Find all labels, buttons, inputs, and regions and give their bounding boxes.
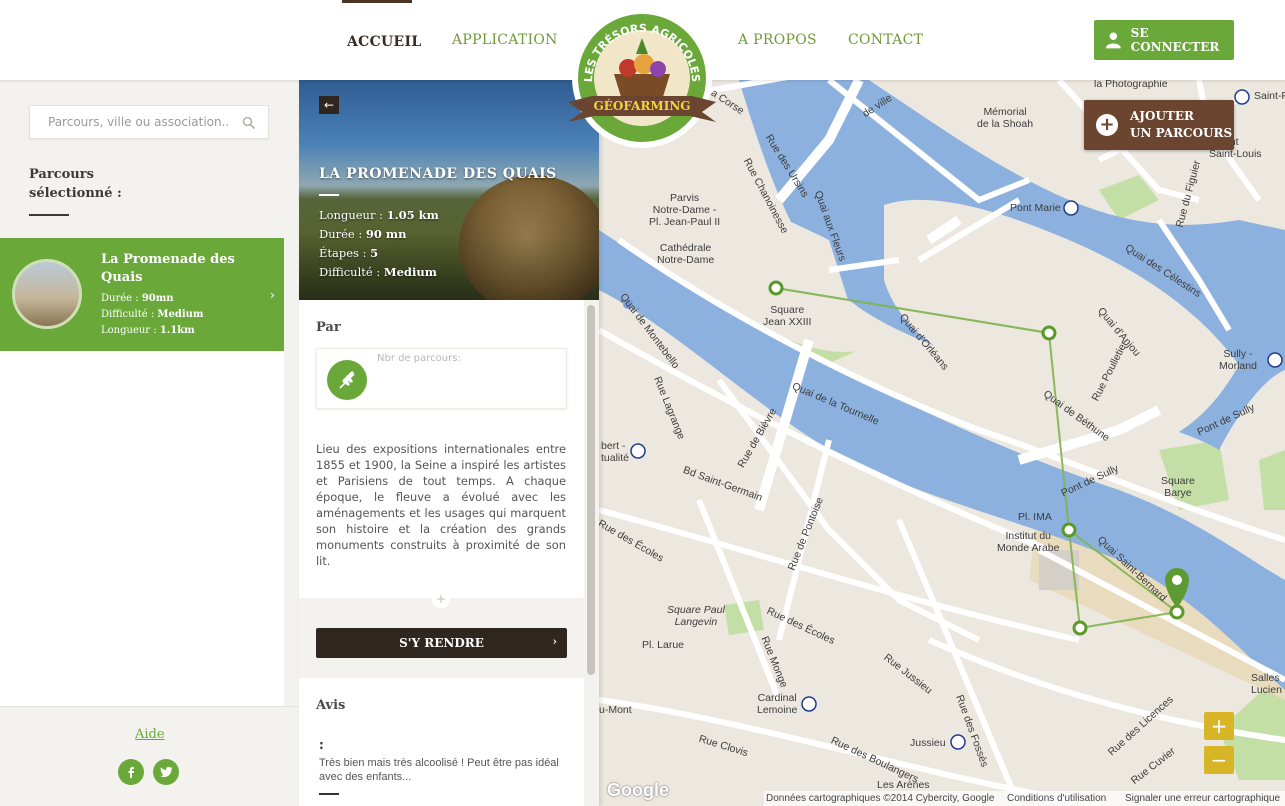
plus-icon: + (1096, 114, 1118, 136)
twitter-icon[interactable] (153, 759, 179, 785)
map-label: Cathédrale Notre-Dame (657, 242, 715, 266)
go-there-label: S'Y RENDRE (399, 636, 484, 650)
user-icon (1105, 32, 1121, 49)
route-length: Longueur : 1.05 km (319, 208, 439, 222)
zoom-out-button[interactable]: − (1204, 746, 1234, 774)
map-label: Square Jean XXIII (763, 304, 812, 328)
nav-active-indicator (342, 0, 412, 3)
google-logo[interactable]: Google (607, 780, 669, 801)
chevron-right-icon: › (270, 288, 275, 302)
search-input[interactable] (30, 106, 230, 138)
geofarming-logo[interactable]: LES TRÉSORS AGRICOLES GÉOFARMING (562, 4, 722, 152)
map-label: Jussieu (910, 737, 946, 749)
review-text: Très bien mais très alcoolisé ! Peut êtr… (319, 757, 559, 783)
route-description: Lieu des expositions internationales ent… (316, 442, 566, 568)
author-card[interactable]: Nbr de parcours: (316, 348, 567, 409)
map-label: Saint-Pa (1254, 90, 1285, 102)
add-route-label: AJOUTER UN PARCOURS (1130, 108, 1232, 142)
route-count-label: Nbr de parcours: (377, 353, 461, 364)
map-label: Mémorial de la Shoah (977, 106, 1034, 130)
login-label: SE CONNECTER (1130, 26, 1220, 54)
route-title: LA PROMENADE DES QUAIS (319, 166, 557, 182)
route-name: La Promenade des Quais (101, 252, 235, 285)
map-label: Square Paul Langevin (667, 604, 725, 628)
nav-application[interactable]: APPLICATION (452, 32, 558, 48)
author-section-label: Par (316, 320, 341, 335)
route-duration: Durée : 90mn (101, 293, 174, 304)
map-label: bert - tualité (601, 440, 630, 464)
help-link[interactable]: Aide (135, 727, 165, 742)
zoom-in-button[interactable]: + (1204, 712, 1234, 740)
login-button[interactable]: SE CONNECTER (1094, 20, 1234, 60)
route-difficulty: Difficulté : Medium (101, 309, 204, 320)
nav-contact[interactable]: CONTACT (848, 32, 923, 48)
route-thumbnail (12, 259, 82, 329)
map-label: la Photographie (1094, 80, 1168, 90)
go-there-button[interactable]: S'Y RENDRE › (316, 628, 567, 658)
plus-icon[interactable]: + (432, 590, 450, 608)
map-label: Pl. Larue (642, 639, 685, 651)
nav-accueil[interactable]: ACCUEIL (347, 34, 422, 50)
search-icon[interactable] (242, 116, 256, 130)
logo-ribbon-text: GÉOFARMING (593, 98, 690, 113)
sidebar-footer: Aide (0, 706, 299, 806)
review-divider (319, 793, 339, 795)
selected-routes-title: Parcours sélectionné : (29, 167, 122, 201)
map-label: Salles Lucien (1251, 672, 1282, 696)
map-label: Square Barye (1161, 475, 1195, 499)
back-button[interactable]: ← (319, 96, 339, 114)
chevron-right-icon: › (552, 635, 557, 648)
map-label: Cardinal Lemoine (757, 692, 798, 716)
map-label: Parvis Notre-Dame - Pl. Jean-Paul II (649, 192, 721, 228)
map-attribution-bar: Données cartographiques ©2014 Cybercity,… (764, 791, 1285, 806)
add-route-button[interactable]: + AJOUTER UN PARCOURS (1084, 100, 1234, 150)
title-underline (29, 214, 69, 216)
route-detail-body: Par Nbr de parcours: Lieu des exposition… (299, 300, 584, 806)
selected-route-card[interactable]: La Promenade des Quais Durée : 90mn Diff… (0, 238, 284, 351)
report-error-link[interactable]: Signaler une erreur cartographique (1125, 793, 1280, 804)
map-view[interactable]: la Photographie Mémorial de la Shoah Sai… (599, 80, 1285, 806)
map-data-attribution: Données cartographiques ©2014 Cybercity,… (766, 793, 995, 804)
terms-link[interactable]: Conditions d'utilisation (1007, 793, 1106, 804)
scrollbar-thumb[interactable] (587, 305, 595, 675)
facebook-icon[interactable] (118, 759, 144, 785)
add-route-label-line2: UN PARCOURS (1130, 126, 1233, 140)
map-canvas (599, 80, 1285, 806)
map-label: Pl. IMA (1018, 511, 1052, 523)
route-detail-panel: ← LA PROMENADE DES QUAIS Longueur : 1.05… (299, 80, 599, 806)
map-label: u-Mont (599, 704, 632, 716)
title-underline (319, 194, 339, 196)
route-duration: Durée : 90 mn (319, 227, 407, 241)
route-steps: Étapes : 5 (319, 246, 379, 260)
wheat-icon (327, 360, 367, 400)
route-hero-image: ← LA PROMENADE DES QUAIS Longueur : 1.05… (299, 80, 599, 300)
add-route-label-line1: AJOUTER (1130, 109, 1194, 123)
search-field[interactable] (29, 105, 269, 139)
map-label: Pont Marie (1010, 202, 1061, 214)
route-length: Longueur : 1.1km (101, 325, 195, 336)
left-sidebar: Parcours sélectionné : La Promenade des … (0, 80, 299, 806)
review-author: : (319, 738, 324, 752)
reviews-section-label: Avis (316, 698, 346, 713)
map-label: Sully - Morland (1219, 348, 1257, 372)
nav-a-propos[interactable]: A PROPOS (738, 32, 817, 48)
map-label: Institut du Monde Arabe (997, 530, 1060, 554)
map-label: Les Arènes (877, 779, 930, 791)
route-difficulty: Difficulté : Medium (319, 265, 437, 279)
